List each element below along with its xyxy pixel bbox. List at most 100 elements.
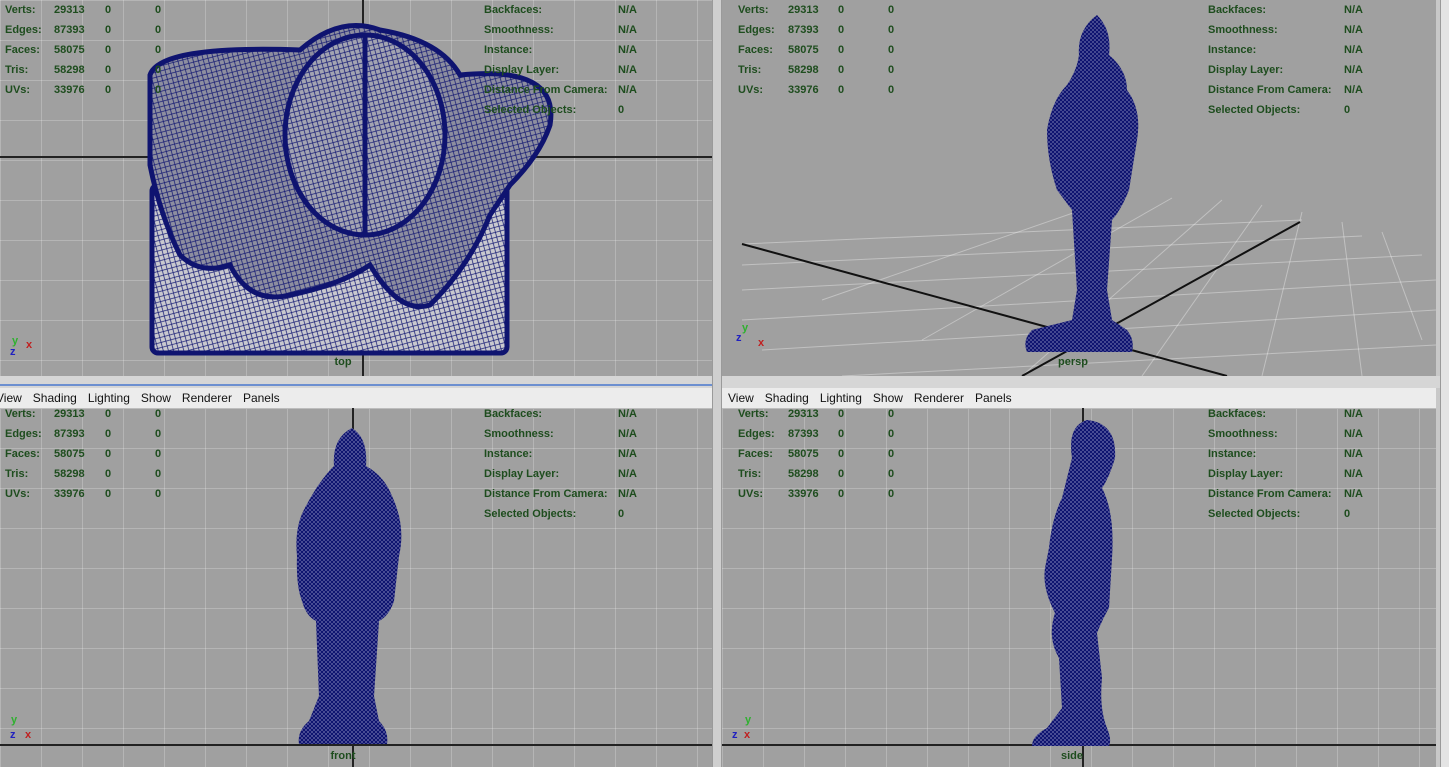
menu-renderer[interactable]: Renderer: [914, 391, 964, 405]
hud-value: N/A: [1344, 428, 1363, 440]
axis-z-label: z: [732, 729, 738, 741]
hud-value: 33976: [788, 488, 819, 500]
hud-label: Selected Objects:: [484, 508, 577, 520]
hud-value: 0: [838, 448, 845, 460]
hud-value: 29313: [788, 408, 819, 420]
menu-view[interactable]: View: [728, 391, 754, 405]
hud-label: Display Layer:: [1208, 64, 1284, 76]
axis-gizmo: y x z: [9, 335, 39, 365]
axis-z-label: z: [736, 332, 742, 344]
hud-value: 0: [105, 24, 112, 36]
hud-value: 0: [838, 84, 845, 96]
hud-label: Distance From Camera:: [1208, 488, 1332, 500]
hud-label: UVs:: [738, 488, 764, 500]
hud-value: 87393: [788, 24, 819, 36]
axis-x-label: x: [758, 337, 765, 349]
camera-label-front: front: [330, 750, 356, 762]
hud-value: 0: [838, 44, 845, 56]
hud-value: 0: [888, 44, 895, 56]
menu-show[interactable]: Show: [141, 391, 171, 405]
axis-y-label: y: [745, 714, 752, 726]
menu-view[interactable]: View: [0, 391, 22, 405]
hud-label: Smoothness:: [484, 24, 554, 36]
hud-label: Selected Objects:: [484, 104, 577, 116]
menu-shading[interactable]: Shading: [765, 391, 809, 405]
side-view-model[interactable]: [1027, 418, 1127, 748]
axis-gizmo: y z x: [9, 714, 39, 744]
viewport-front[interactable]: View Shading Lighting Show Renderer Pane…: [0, 388, 712, 767]
poly-count-hud: Verts: 29313 0 0 Edges: 87393 0 0 Faces: 58075 0…: [5, 3, 175, 103]
hud-value: N/A: [1344, 408, 1363, 420]
hud-value: 29313: [788, 4, 819, 16]
hud-label: UVs:: [738, 84, 764, 96]
menu-lighting[interactable]: Lighting: [88, 391, 130, 405]
viewport-side[interactable]: View Shading Lighting Show Renderer Pane…: [722, 388, 1436, 767]
hud-value: 0: [105, 44, 112, 56]
hud-label: Backfaces:: [1208, 4, 1267, 16]
pane-divider-vertical[interactable]: [712, 0, 722, 767]
poly-count-hud: Verts: 29313 0 0 Edges: 87393 0 0 Faces: 58075 0…: [5, 407, 175, 507]
hud-value: N/A: [618, 488, 637, 500]
hud-value: 0: [888, 84, 895, 96]
hud-value: N/A: [618, 408, 637, 420]
axis-z-label: z: [10, 346, 16, 358]
hud-label: Selected Objects:: [1208, 508, 1301, 520]
side-panel-edge: [1440, 0, 1449, 767]
hud-value: N/A: [1344, 4, 1363, 16]
axis-y-label: y: [742, 322, 749, 334]
axis-x-label: x: [25, 729, 32, 741]
hud-value: 33976: [54, 488, 85, 500]
hud-value: N/A: [1344, 84, 1363, 96]
hud-value: 0: [888, 428, 895, 440]
hud-value: N/A: [1344, 64, 1363, 76]
hud-label: Faces:: [738, 44, 773, 56]
hud-value: 58298: [54, 64, 85, 76]
hud-value: N/A: [618, 448, 637, 460]
hud-value: 58075: [54, 44, 85, 56]
hud-value: N/A: [618, 4, 637, 16]
hud-value: 87393: [54, 428, 85, 440]
hud-value: 87393: [54, 24, 85, 36]
hud-value: 0: [838, 24, 845, 36]
pane-divider-active: [0, 384, 712, 386]
menu-show[interactable]: Show: [873, 391, 903, 405]
camera-label-top: top: [334, 356, 352, 368]
hud-value: 0: [888, 24, 895, 36]
hud-label: UVs:: [5, 84, 31, 96]
hud-label: Faces:: [738, 448, 773, 460]
hud-value: 0: [155, 24, 162, 36]
hud-label: Edges:: [738, 428, 775, 440]
object-details-hud: Backfaces: N/A Smoothness: N/A Instance: N/…: [484, 3, 684, 123]
viewport-persp[interactable]: Verts: 29313 0 0 Edges: 87393 0 0 Faces: 58075 0…: [722, 0, 1436, 376]
hud-value: 58298: [788, 468, 819, 480]
hud-label: Smoothness:: [1208, 428, 1278, 440]
menu-renderer[interactable]: Renderer: [182, 391, 232, 405]
hud-label: Instance:: [484, 44, 533, 56]
persp-view-model[interactable]: [1017, 10, 1147, 365]
hud-value: 0: [105, 408, 112, 420]
hud-value: 0: [155, 84, 162, 96]
hud-value: 58075: [788, 448, 819, 460]
axis-x-label: x: [744, 729, 751, 741]
hud-value: 0: [838, 64, 845, 76]
hud-value: 0: [155, 408, 162, 420]
menu-shading[interactable]: Shading: [33, 391, 77, 405]
hud-value: 33976: [788, 84, 819, 96]
menu-lighting[interactable]: Lighting: [820, 391, 862, 405]
menu-panels[interactable]: Panels: [243, 391, 280, 405]
hud-value: 0: [888, 468, 895, 480]
axis-z-label: z: [10, 729, 16, 741]
hud-label: Tris:: [5, 468, 29, 480]
hud-value: N/A: [1344, 468, 1363, 480]
hud-value: 0: [155, 4, 162, 16]
viewport-top[interactable]: Verts: 29313 0 0 Edges: 87393 0 0 Faces: 58075 0…: [0, 0, 712, 376]
hud-label: Instance:: [1208, 448, 1257, 460]
menu-panels[interactable]: Panels: [975, 391, 1012, 405]
hud-value: 0: [105, 448, 112, 460]
front-view-model[interactable]: [294, 426, 406, 746]
hud-value: 0: [618, 508, 625, 520]
hud-label: Edges:: [5, 24, 42, 36]
hud-value: 87393: [788, 428, 819, 440]
hud-label: Backfaces:: [484, 408, 543, 420]
hud-label: Verts:: [5, 408, 36, 420]
